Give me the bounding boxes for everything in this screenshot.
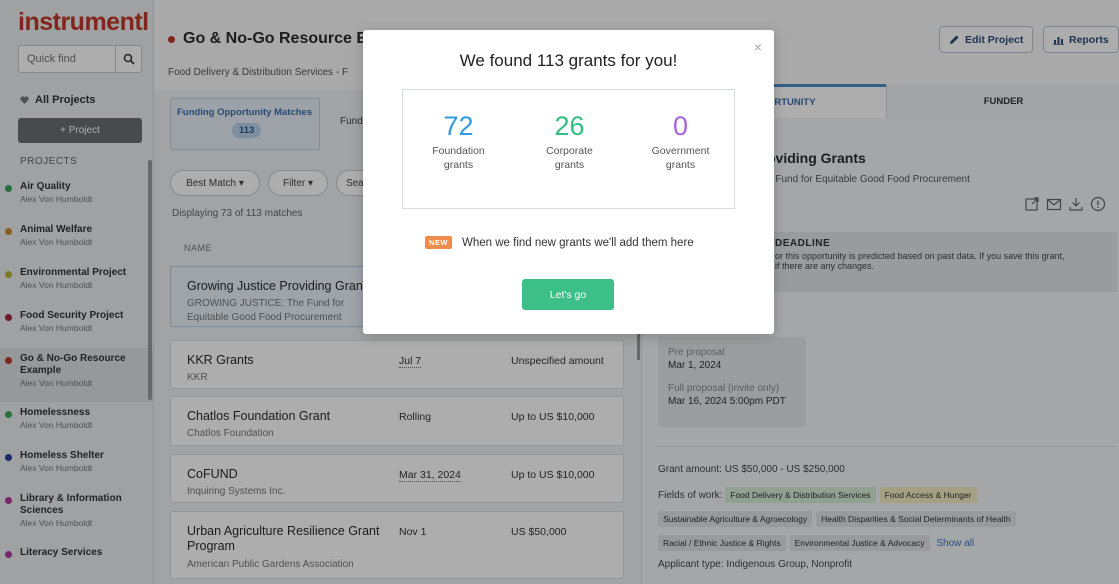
stat-label: grants — [665, 159, 696, 171]
stat-label: Government — [651, 145, 710, 157]
stat-label: Corporate — [546, 145, 593, 157]
stat-label: grants — [443, 159, 474, 171]
grants-found-modal: × We found 113 grants for you! 72 Founda… — [363, 30, 774, 334]
lets-go-button[interactable]: Let's go — [522, 279, 614, 310]
stat-label: Foundation — [432, 145, 485, 157]
stat-government: 0 Government grants — [625, 110, 736, 172]
stat-number: 26 — [554, 111, 585, 141]
new-grants-notice: NEW When we find new grants we'll add th… — [425, 236, 694, 249]
modal-title: We found 113 grants for you! — [459, 51, 678, 70]
new-badge: NEW — [425, 236, 452, 249]
stat-foundation: 72 Foundation grants — [403, 110, 514, 172]
stat-corporate: 26 Corporate grants — [514, 110, 625, 172]
stat-number: 0 — [672, 111, 689, 141]
stat-number: 72 — [443, 111, 474, 141]
grant-stats: 72 Foundation grants 26 Corporate grants… — [402, 89, 735, 209]
new-grants-text: When we find new grants we'll add them h… — [462, 236, 694, 249]
stat-label: grants — [554, 159, 585, 171]
